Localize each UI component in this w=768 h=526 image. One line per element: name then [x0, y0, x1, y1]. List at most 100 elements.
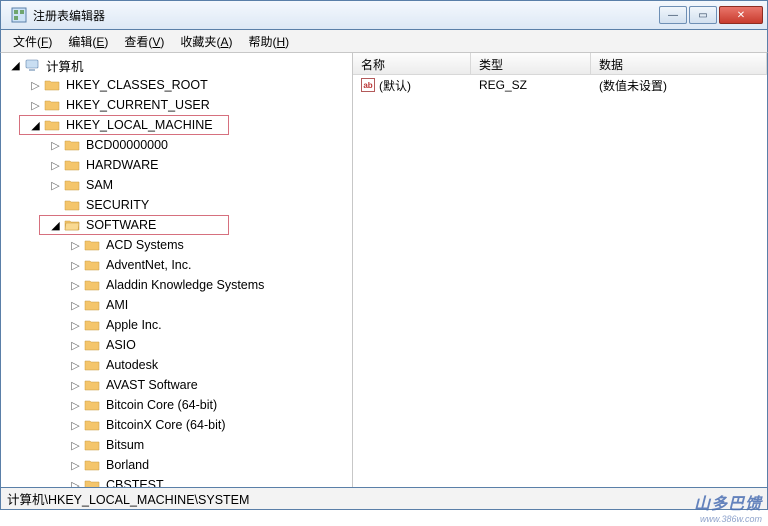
tree-node[interactable]: ▷ ACD Systems [1, 235, 352, 255]
expander-icon[interactable]: ▷ [69, 319, 82, 332]
tree-label: CBSTEST [104, 477, 166, 487]
folder-icon [84, 417, 100, 433]
expander-icon[interactable]: ▷ [69, 479, 82, 488]
window-title: 注册表编辑器 [33, 7, 659, 24]
tree-node[interactable]: ▷ AMI [1, 295, 352, 315]
expander-icon[interactable]: ▷ [29, 99, 42, 112]
tree-node-software[interactable]: ◢ SOFTWARE [39, 215, 229, 235]
expander-icon[interactable]: ▷ [49, 179, 62, 192]
values-pane: 名称 类型 数据 ab (默认) REG_SZ (数值未设置) [353, 53, 767, 487]
folder-icon [64, 157, 80, 173]
menu-file[interactable]: 文件(F) [5, 31, 60, 52]
expander-icon[interactable]: ▷ [69, 419, 82, 432]
close-button[interactable]: ✕ [719, 6, 763, 24]
folder-icon [84, 457, 100, 473]
status-path: 计算机\HKEY_LOCAL_MACHINE\SYSTEM [7, 489, 249, 508]
folder-icon [64, 177, 80, 193]
list-body[interactable]: ab (默认) REG_SZ (数值未设置) [353, 75, 767, 487]
expander-icon[interactable]: ▷ [29, 79, 42, 92]
folder-icon [84, 337, 100, 353]
string-icon: ab [361, 78, 375, 92]
main-area: ◢ 计算机 ▷ HKEY_CLASSES_ROOT ▷ HKEY_CURRENT… [0, 52, 768, 488]
value-name: (默认) [379, 77, 411, 94]
expander-icon[interactable]: ▷ [69, 239, 82, 252]
menu-edit[interactable]: 编辑(E) [60, 31, 116, 52]
folder-icon [84, 437, 100, 453]
folder-open-icon [64, 217, 80, 233]
tree-node[interactable]: ▷ Aladdin Knowledge Systems [1, 275, 352, 295]
tree-label: Borland [104, 457, 151, 473]
menu-help[interactable]: 帮助(H) [240, 31, 297, 52]
tree-node[interactable]: ▷ Bitsum [1, 435, 352, 455]
tree-node[interactable]: ▷ ASIO [1, 335, 352, 355]
tree-node-hkcu[interactable]: ▷ HKEY_CURRENT_USER [1, 95, 352, 115]
expander-icon[interactable]: ▷ [69, 459, 82, 472]
expander-icon[interactable]: ▷ [69, 279, 82, 292]
expander-icon [49, 199, 62, 212]
folder-icon [84, 317, 100, 333]
tree-pane[interactable]: ◢ 计算机 ▷ HKEY_CLASSES_ROOT ▷ HKEY_CURRENT… [1, 53, 353, 487]
tree-label: Aladdin Knowledge Systems [104, 277, 266, 293]
tree-node[interactable]: ▷ Autodesk [1, 355, 352, 375]
folder-icon [84, 277, 100, 293]
expander-icon[interactable]: ▷ [49, 139, 62, 152]
tree-node-computer[interactable]: ◢ 计算机 [1, 55, 352, 75]
expander-icon[interactable]: ▷ [69, 439, 82, 452]
tree-label: SAM [84, 177, 115, 193]
column-type[interactable]: 类型 [471, 53, 591, 74]
expander-icon[interactable]: ▷ [69, 359, 82, 372]
title-bar: 注册表编辑器 — ▭ ✕ [0, 0, 768, 30]
tree-label: Bitsum [104, 437, 146, 453]
column-name[interactable]: 名称 [353, 53, 471, 74]
tree-node[interactable]: ▷ Borland [1, 455, 352, 475]
tree-label: SOFTWARE [84, 217, 158, 233]
tree-label: ACD Systems [104, 237, 186, 253]
tree-node[interactable]: ▷ CBSTEST [1, 475, 352, 487]
tree-node-hklm[interactable]: ◢ HKEY_LOCAL_MACHINE [19, 115, 229, 135]
folder-icon [44, 77, 60, 93]
tree-label: HKEY_LOCAL_MACHINE [64, 117, 215, 133]
tree-node-hardware[interactable]: ▷ HARDWARE [1, 155, 352, 175]
registry-tree: ◢ 计算机 ▷ HKEY_CLASSES_ROOT ▷ HKEY_CURRENT… [1, 53, 352, 487]
folder-icon [84, 377, 100, 393]
folder-icon [44, 117, 60, 133]
tree-label: Autodesk [104, 357, 160, 373]
tree-node[interactable]: ▷ Apple Inc. [1, 315, 352, 335]
expander-icon[interactable]: ▷ [69, 399, 82, 412]
value-type: REG_SZ [471, 78, 591, 92]
column-data[interactable]: 数据 [591, 53, 767, 74]
menu-view[interactable]: 查看(V) [116, 31, 172, 52]
computer-icon [24, 57, 40, 73]
expander-icon[interactable]: ▷ [69, 259, 82, 272]
folder-icon [84, 297, 100, 313]
tree-node-bcd[interactable]: ▷ BCD00000000 [1, 135, 352, 155]
folder-icon [64, 197, 80, 213]
tree-label: Apple Inc. [104, 317, 164, 333]
tree-label: HKEY_CURRENT_USER [64, 97, 212, 113]
expander-icon[interactable]: ▷ [69, 339, 82, 352]
tree-node[interactable]: ▷AVAST Software [1, 375, 352, 395]
minimize-button[interactable]: — [659, 6, 687, 24]
expander-icon[interactable]: ▷ [69, 299, 82, 312]
maximize-button[interactable]: ▭ [689, 6, 717, 24]
tree-node[interactable]: ▷Bitcoin Core (64-bit) [1, 395, 352, 415]
tree-node-security[interactable]: SECURITY [1, 195, 352, 215]
expander-icon[interactable]: ◢ [9, 59, 22, 72]
tree-node-hkcr[interactable]: ▷ HKEY_CLASSES_ROOT [1, 75, 352, 95]
expander-icon[interactable]: ◢ [29, 119, 42, 132]
tree-label: ASIO [104, 337, 138, 353]
tree-label: AMI [104, 297, 130, 313]
menu-favorites[interactable]: 收藏夹(A) [172, 31, 240, 52]
tree-label: 计算机 [44, 55, 86, 76]
list-header: 名称 类型 数据 [353, 53, 767, 75]
folder-icon [64, 137, 80, 153]
expander-icon[interactable]: ▷ [49, 159, 62, 172]
expander-icon[interactable]: ▷ [69, 379, 82, 392]
list-row[interactable]: ab (默认) REG_SZ (数值未设置) [353, 75, 767, 95]
tree-node[interactable]: ▷AdventNet, Inc. [1, 255, 352, 275]
status-bar: 计算机\HKEY_LOCAL_MACHINE\SYSTEM [0, 488, 768, 510]
tree-node[interactable]: ▷BitcoinX Core (64-bit) [1, 415, 352, 435]
folder-icon [84, 477, 100, 487]
tree-node-sam[interactable]: ▷ SAM [1, 175, 352, 195]
expander-icon[interactable]: ◢ [49, 219, 62, 232]
